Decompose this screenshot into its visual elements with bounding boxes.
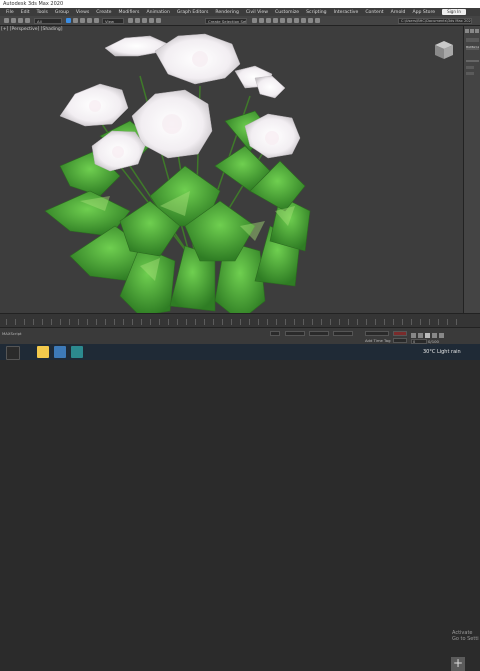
menu-item-graph-editors[interactable]: Graph Editors <box>177 10 209 15</box>
play-icon[interactable] <box>425 333 430 338</box>
snap-icon[interactable] <box>135 18 140 23</box>
x-coordinate-field[interactable] <box>285 331 305 336</box>
menu-item-app-store[interactable]: App Store <box>412 10 435 15</box>
plant-model <box>44 33 311 313</box>
menu-item-rendering[interactable]: Rendering <box>215 10 238 15</box>
scene-explorer-icon[interactable] <box>273 18 278 23</box>
reference-coordinate-dropdown[interactable]: View <box>102 17 124 24</box>
maxscript-listener[interactable]: MAXScript <box>2 331 22 336</box>
lock-selection-icon[interactable] <box>270 331 280 336</box>
spinner-snap-icon[interactable] <box>156 18 161 23</box>
menu-item-file[interactable]: File <box>6 10 14 15</box>
timeline-ticks <box>6 319 461 325</box>
add-time-tag-button[interactable]: Add Time Tag <box>365 338 390 343</box>
menu-item-scripting[interactable]: Scripting <box>306 10 326 15</box>
link-icon[interactable] <box>18 18 23 23</box>
align-icon[interactable] <box>259 18 264 23</box>
select-by-name-icon[interactable] <box>73 18 78 23</box>
goto-start-icon[interactable] <box>411 333 416 338</box>
create-tab-icon[interactable] <box>465 29 469 33</box>
angle-snap-icon[interactable] <box>142 18 147 23</box>
select-scale-icon[interactable] <box>94 18 99 23</box>
main-toolbar: All View Create Selection Set C:\Users\B… <box>0 16 480 26</box>
command-panel: Modifier List <box>463 26 480 313</box>
timeline[interactable]: Activate Go to Setti <box>0 313 480 642</box>
sign-in-button[interactable]: Sign In <box>442 9 466 15</box>
menu-item-create[interactable]: Create <box>96 10 111 15</box>
pin-stack-icon[interactable] <box>466 66 474 69</box>
menu-item-civil-view[interactable]: Civil View <box>246 10 268 15</box>
modifier-list-dropdown[interactable]: Modifier List <box>466 46 479 50</box>
goto-end-icon[interactable] <box>439 333 444 338</box>
pivot-icon[interactable] <box>128 18 133 23</box>
file-explorer-icon[interactable] <box>37 346 49 358</box>
material-editor-icon[interactable] <box>294 18 299 23</box>
window-titlebar: Autodesk 3ds Max 2020 <box>0 0 480 8</box>
y-coordinate-field[interactable] <box>309 331 329 336</box>
percent-snap-icon[interactable] <box>149 18 154 23</box>
select-move-icon[interactable] <box>80 18 85 23</box>
render-setup-icon[interactable] <box>301 18 306 23</box>
search-icon[interactable] <box>6 346 20 360</box>
window-title: Autodesk 3ds Max 2020 <box>3 1 64 7</box>
3ds-max-icon[interactable] <box>54 346 66 358</box>
project-path-field[interactable]: C:\Users\BHC\Documents\3ds Max 2020 <box>398 17 472 24</box>
status-bar: MAXScript Add Time Tag 0 0/100 + <box>0 327 480 671</box>
auto-key-button[interactable] <box>393 331 407 336</box>
curve-editor-icon[interactable] <box>280 18 285 23</box>
mirror-icon[interactable] <box>252 18 257 23</box>
menu-item-customize[interactable]: Customize <box>275 10 299 15</box>
add-button[interactable]: + <box>451 657 465 671</box>
menu-bar: File Edit Tools Group Views Create Modifiers An… <box>0 8 480 16</box>
menu-item-tools[interactable]: Tools <box>37 10 48 15</box>
layer-icon[interactable] <box>266 18 271 23</box>
menu-item-views[interactable]: Views <box>76 10 89 15</box>
modifier-list-label: Modifier List <box>466 46 479 49</box>
schematic-view-icon[interactable] <box>287 18 292 23</box>
3ds-max-2-icon[interactable] <box>71 346 83 358</box>
menu-item-edit[interactable]: Edit <box>21 10 30 15</box>
activate-windows-watermark: Activate Go to Setti <box>452 630 479 642</box>
grid-field[interactable] <box>365 331 389 336</box>
set-key-button[interactable] <box>393 338 407 343</box>
unlink-icon[interactable] <box>25 18 30 23</box>
redo-icon[interactable] <box>11 18 16 23</box>
show-end-result-icon[interactable] <box>466 72 474 75</box>
windows-taskbar: 30°C Light rain <box>0 344 480 360</box>
previous-frame-icon[interactable] <box>418 333 423 338</box>
menu-item-content[interactable]: Content <box>365 10 383 15</box>
perspective-viewport[interactable]: [+] [Perspective] [Shading] <box>0 26 463 313</box>
weather-widget[interactable]: 30°C Light rain <box>423 349 461 355</box>
panel-divider <box>466 60 479 62</box>
menu-item-interactive[interactable]: Interactive <box>334 10 359 15</box>
object-name-field[interactable] <box>466 38 479 42</box>
select-object-icon[interactable] <box>66 18 71 23</box>
menu-item-modifiers[interactable]: Modifiers <box>118 10 139 15</box>
modify-tab-icon[interactable] <box>470 29 474 33</box>
undo-icon[interactable] <box>4 18 9 23</box>
select-rotate-icon[interactable] <box>87 18 92 23</box>
z-coordinate-field[interactable] <box>333 331 353 336</box>
render-icon[interactable] <box>315 18 320 23</box>
watermark-line2: Go to Setti <box>452 636 479 642</box>
menu-item-animation[interactable]: Animation <box>146 10 169 15</box>
render-frame-icon[interactable] <box>308 18 313 23</box>
selection-filter-dropdown[interactable]: All <box>34 17 62 24</box>
named-selection-set-dropdown[interactable]: Create Selection Set <box>205 17 247 24</box>
next-frame-icon[interactable] <box>432 333 437 338</box>
menu-item-group[interactable]: Group <box>55 10 69 15</box>
hierarchy-tab-icon[interactable] <box>475 29 479 33</box>
menu-item-arnold[interactable]: Arnold <box>391 10 406 15</box>
